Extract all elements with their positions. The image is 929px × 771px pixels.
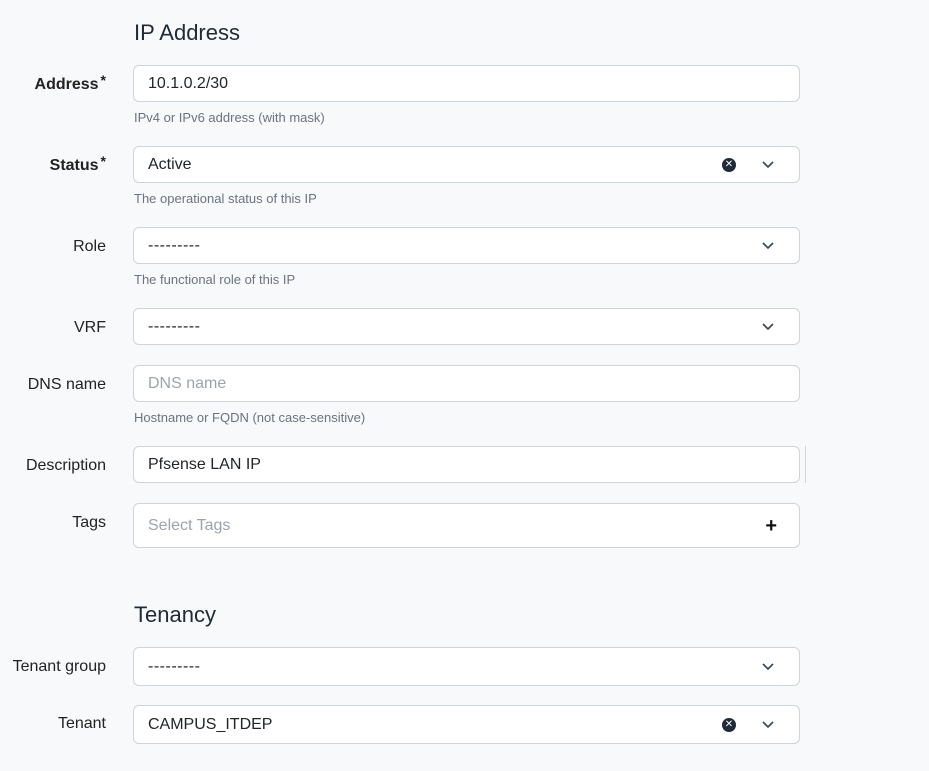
chevron-down-icon[interactable]: [761, 159, 775, 171]
plus-icon[interactable]: +: [765, 516, 777, 536]
tenant-group-select[interactable]: ---------: [133, 647, 800, 686]
address-label-text: Address: [34, 76, 99, 93]
vrf-label: VRF: [74, 319, 106, 336]
description-field[interactable]: [133, 446, 800, 483]
tenant-group-value: ---------: [148, 657, 201, 675]
chevron-down-icon[interactable]: [761, 240, 775, 252]
chevron-down-icon[interactable]: [761, 321, 775, 333]
status-help: The operational status of this IP: [134, 191, 317, 206]
required-mark: *: [100, 153, 106, 169]
tenant-label: Tenant: [57, 715, 106, 732]
dns-name-label: DNS name: [27, 376, 106, 393]
section-title-ip-address: IP Address: [134, 20, 240, 45]
status-label-text: Status: [49, 157, 99, 174]
vrf-value: ---------: [148, 317, 201, 335]
status-select[interactable]: Active ✕: [133, 146, 800, 183]
chevron-down-icon[interactable]: [761, 661, 775, 673]
address-field[interactable]: [133, 65, 800, 102]
description-label: Description: [25, 457, 106, 474]
resize-handle: [805, 446, 806, 483]
clear-icon[interactable]: ✕: [722, 717, 736, 732]
dns-name-help: Hostname or FQDN (not case-sensitive): [134, 410, 366, 425]
chevron-down-icon[interactable]: [761, 719, 775, 731]
tags-label: Tags: [72, 514, 106, 531]
address-help: IPv4 or IPv6 address (with mask): [134, 110, 325, 125]
tags-placeholder: Select Tags: [148, 516, 231, 534]
tenant-select[interactable]: CAMPUS_ITDEP ✕: [133, 705, 800, 744]
tenant-group-label: Tenant group: [12, 658, 106, 675]
status-label: Status *: [49, 153, 106, 175]
section-title-tenancy: Tenancy: [134, 602, 216, 627]
vrf-select[interactable]: ---------: [133, 308, 800, 345]
clear-icon[interactable]: ✕: [722, 157, 736, 172]
dns-name-input[interactable]: [134, 373, 799, 394]
status-value: Active: [148, 155, 192, 173]
required-mark: *: [100, 72, 106, 88]
address-label: Address *: [34, 72, 106, 94]
tenant-value: CAMPUS_ITDEP: [148, 715, 273, 733]
address-input[interactable]: [134, 73, 799, 94]
role-select[interactable]: ---------: [133, 227, 800, 264]
tags-select[interactable]: Select Tags +: [133, 503, 800, 548]
description-input[interactable]: [134, 454, 799, 475]
role-help: The functional role of this IP: [134, 272, 296, 287]
role-value: ---------: [148, 236, 201, 254]
role-label: Role: [73, 238, 106, 255]
dns-name-field[interactable]: [133, 365, 800, 402]
